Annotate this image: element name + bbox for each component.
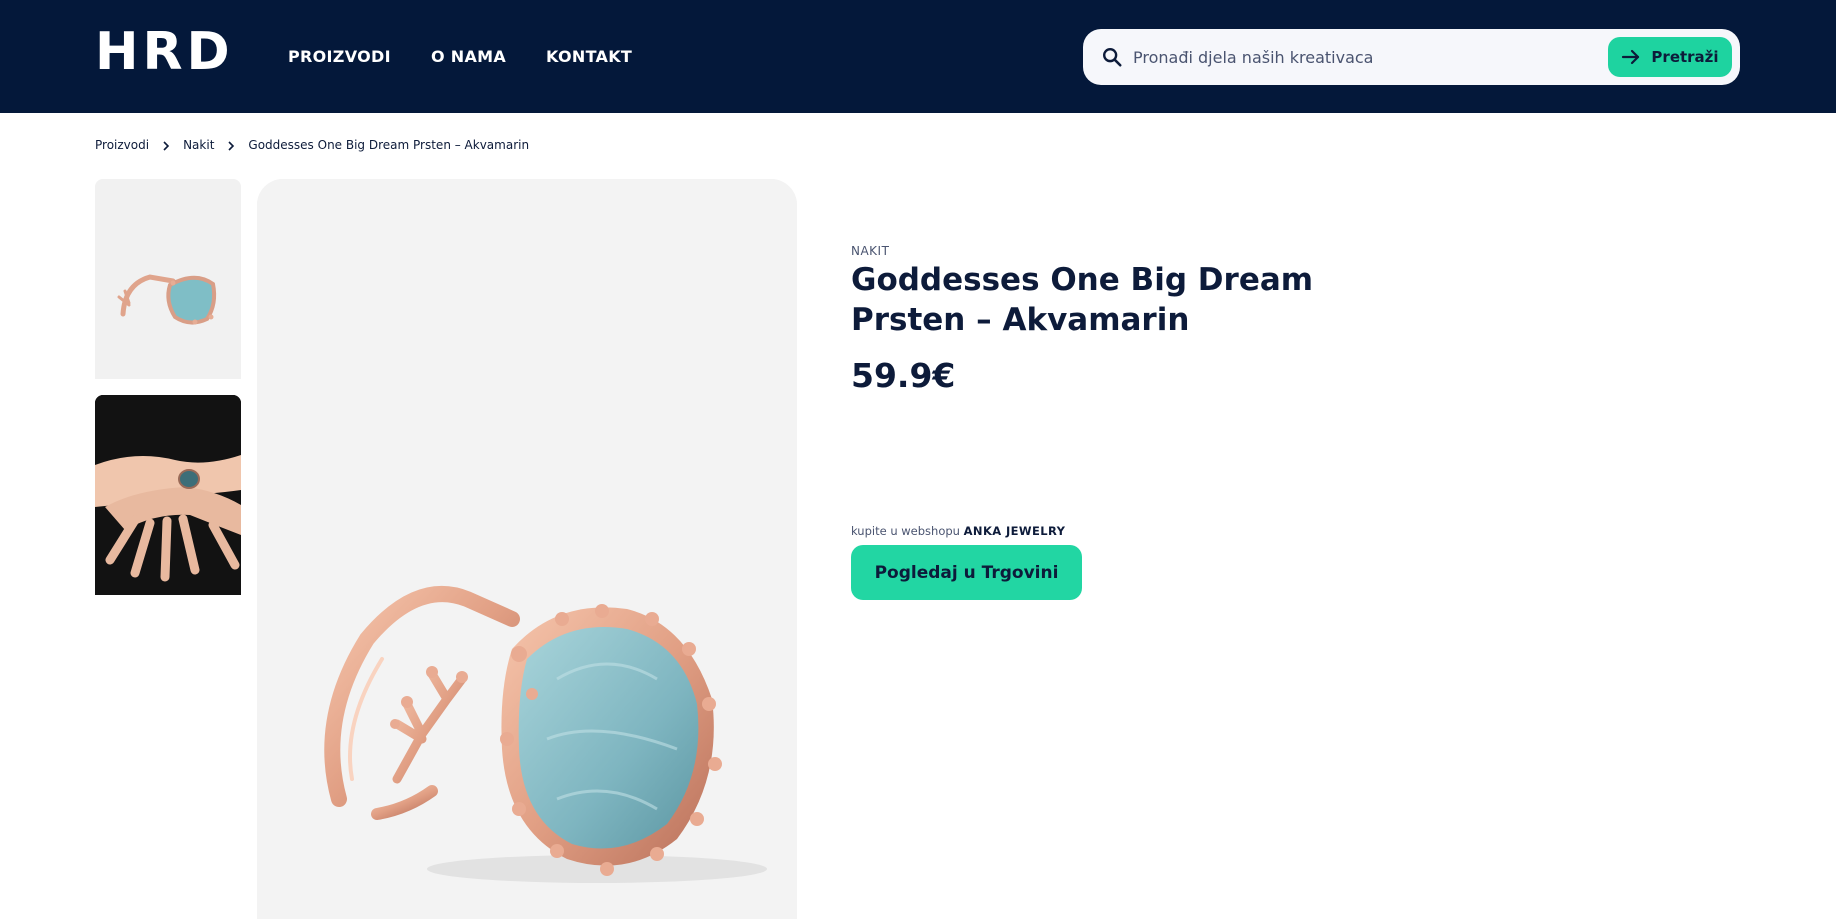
view-in-shop-button[interactable]: Pogledaj u Trgovini xyxy=(851,545,1082,600)
nav-link-products[interactable]: PROIZVODI xyxy=(288,47,391,66)
nav-link-contact[interactable]: KONTAKT xyxy=(546,47,646,66)
search-button-label: Pretraži xyxy=(1651,48,1719,66)
shop-info: kupite u webshopu ANKA JEWELRY xyxy=(851,524,1065,538)
hand-thumbnail-image xyxy=(95,395,241,595)
breadcrumb-item-current[interactable]: Goddesses One Big Dream Prsten – Akvamar… xyxy=(248,138,529,152)
site-header: HRD PROIZVODI O NAMA KONTAKT Pretraži xyxy=(0,0,1836,113)
search-button[interactable]: Pretraži xyxy=(1608,37,1732,77)
thumbnail-ring-on-hand[interactable] xyxy=(95,395,241,595)
breadcrumb: Proizvodi Nakit Goddesses One Big Dream … xyxy=(95,138,529,152)
chevron-right-icon xyxy=(214,138,248,152)
search-icon xyxy=(1103,48,1122,67)
ring-thumbnail-image xyxy=(95,179,241,379)
ring-product-image xyxy=(257,179,797,919)
product-title-line2: Prsten – Akvamarin xyxy=(851,302,1190,338)
thumbnail-ring-product[interactable] xyxy=(95,179,241,379)
breadcrumb-item-jewelry[interactable]: Nakit xyxy=(183,138,214,152)
product-main-image[interactable] xyxy=(257,179,797,919)
site-logo[interactable]: HRD xyxy=(95,26,234,78)
shop-name[interactable]: ANKA JEWELRY xyxy=(964,524,1066,538)
search-input[interactable] xyxy=(1133,42,1573,72)
product-title: Goddesses One Big Dream Prsten – Akvamar… xyxy=(851,260,1321,340)
chevron-right-icon xyxy=(149,138,183,152)
product-price: 59.9€ xyxy=(851,356,956,395)
shop-prefix: kupite u webshopu xyxy=(851,524,960,538)
nav-link-about[interactable]: O NAMA xyxy=(431,47,511,66)
search-bar: Pretraži xyxy=(1083,29,1740,85)
arrow-right-icon xyxy=(1622,49,1640,65)
product-title-line1: Goddesses One Big Dream xyxy=(851,262,1314,298)
product-category: NAKIT xyxy=(851,244,890,258)
breadcrumb-item-products[interactable]: Proizvodi xyxy=(95,138,149,152)
